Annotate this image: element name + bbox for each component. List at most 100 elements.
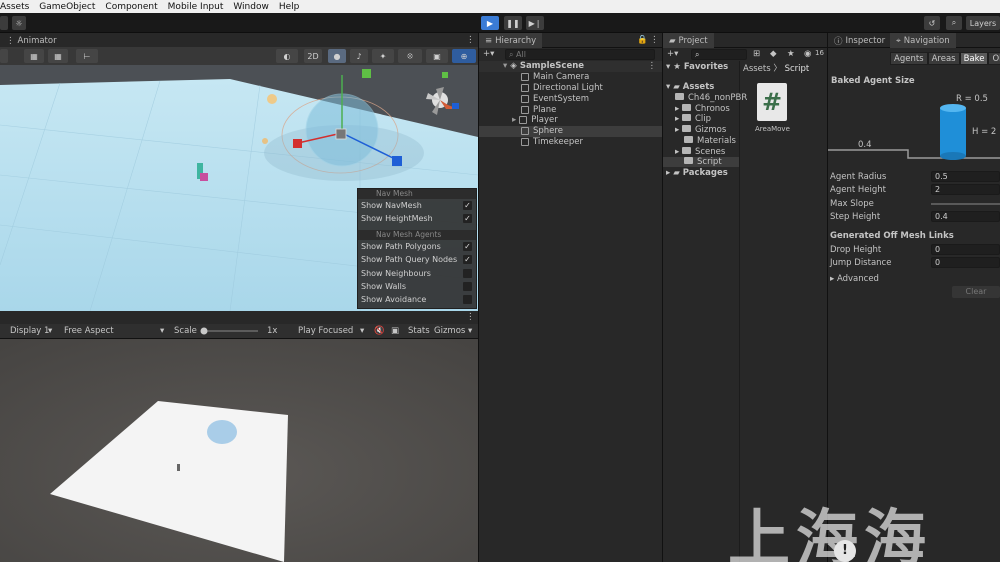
favorites-row[interactable]: ▾ ★ Favorites bbox=[666, 62, 728, 72]
display-dropdown[interactable]: Display 1 bbox=[10, 326, 49, 336]
aspect-dropdown[interactable]: Free Aspect bbox=[64, 326, 114, 336]
tool-button[interactable] bbox=[0, 16, 8, 30]
add-button[interactable]: +▾ bbox=[483, 49, 494, 59]
project-folder[interactable]: ▸ Clip bbox=[675, 114, 711, 124]
chevron-right-icon[interactable]: ▸ bbox=[512, 115, 516, 125]
project-folder[interactable]: ▸ Chronos bbox=[675, 103, 730, 114]
game-view[interactable] bbox=[0, 339, 478, 562]
cloud-icon[interactable]: ☼ bbox=[12, 16, 26, 30]
tool-button[interactable] bbox=[0, 49, 8, 63]
grid-icon[interactable]: ▦ bbox=[24, 49, 44, 63]
mute-icon[interactable]: 🔇 bbox=[374, 326, 385, 336]
assets-row[interactable]: ▾ ▰ Assets bbox=[666, 82, 714, 92]
project-folder[interactable]: ▸ Scenes bbox=[675, 146, 725, 157]
subtab-areas[interactable]: Areas bbox=[927, 52, 960, 65]
play-button[interactable]: ▶ bbox=[481, 16, 499, 30]
camera-icon[interactable]: ▣ bbox=[426, 49, 448, 63]
menu-window[interactable]: Window bbox=[233, 2, 269, 12]
gizmos-icon[interactable]: ⊕ bbox=[452, 49, 476, 63]
menu-component[interactable]: Component bbox=[105, 2, 157, 12]
menu-assets[interactable]: Assets bbox=[0, 2, 29, 12]
tab-inspector[interactable]: ⓘ Inspector bbox=[828, 33, 891, 48]
show-avoidance-toggle[interactable]: Show Avoidance bbox=[358, 293, 476, 306]
expand-icon[interactable]: ▾ bbox=[503, 61, 507, 71]
drop-height-field[interactable]: 0 bbox=[931, 244, 1000, 255]
hierarchy-item[interactable]: EventSystem bbox=[479, 93, 662, 104]
tab-hierarchy[interactable]: ≡ Hierarchy bbox=[479, 33, 543, 48]
subtab-object[interactable]: Obj bbox=[988, 52, 1000, 65]
audio-icon[interactable]: ♪ bbox=[350, 49, 368, 63]
tab-animator[interactable]: ⋮ Animator bbox=[0, 33, 63, 48]
more-icon[interactable]: ⋮ bbox=[648, 61, 657, 71]
menu-gameobject[interactable]: GameObject bbox=[39, 2, 95, 12]
search-icon[interactable]: ⌕ bbox=[946, 16, 962, 30]
light-icon[interactable]: ● bbox=[328, 49, 346, 63]
hierarchy-search-input[interactable]: ⌕ All bbox=[505, 49, 655, 60]
hierarchy-item[interactable]: Plane bbox=[479, 104, 662, 115]
lock-icon[interactable]: 🔒 bbox=[637, 35, 648, 45]
breadcrumb-script[interactable]: Script bbox=[785, 64, 810, 74]
stats-button[interactable]: Stats bbox=[408, 326, 430, 336]
hierarchy-item-selected[interactable]: Sphere bbox=[479, 125, 662, 137]
show-navmesh-toggle[interactable]: Show NavMesh ✓ bbox=[358, 199, 476, 212]
project-search-input[interactable]: ⌕ bbox=[691, 49, 747, 60]
hierarchy-item[interactable]: ▸ Player bbox=[479, 115, 662, 126]
menu-mobile-input[interactable]: Mobile Input bbox=[168, 2, 224, 12]
effects-icon[interactable]: ✦ bbox=[372, 49, 394, 63]
script-file-label[interactable]: AreaMove bbox=[755, 125, 790, 133]
show-walls-toggle[interactable]: Show Walls bbox=[358, 280, 476, 293]
project-folder[interactable]: Ch46_nonPBR bbox=[675, 93, 747, 103]
hierarchy-item[interactable]: Timekeeper bbox=[479, 137, 662, 148]
jump-distance-field[interactable]: 0 bbox=[931, 257, 1000, 268]
checkbox[interactable] bbox=[463, 268, 472, 278]
stats-toggle-icon[interactable]: ▣ bbox=[391, 326, 399, 336]
packages-row[interactable]: ▸ ▰ Packages bbox=[666, 168, 728, 178]
menu-help[interactable]: Help bbox=[279, 2, 300, 12]
checkbox[interactable] bbox=[463, 295, 472, 305]
subtab-agents[interactable]: Agents bbox=[890, 52, 928, 65]
more-icon[interactable]: ⋮ bbox=[650, 35, 659, 45]
play-mode-dropdown[interactable]: Play Focused bbox=[298, 326, 353, 336]
max-slope-slider[interactable] bbox=[931, 203, 1000, 205]
show-path-polygons-toggle[interactable]: Show Path Polygons ✓ bbox=[358, 240, 476, 253]
checkmark-icon[interactable]: ✓ bbox=[463, 255, 472, 265]
advanced-foldout[interactable]: ▸ Advanced bbox=[830, 274, 879, 284]
show-neighbours-toggle[interactable]: Show Neighbours bbox=[358, 267, 476, 280]
history-icon[interactable]: ↺ bbox=[924, 16, 940, 30]
eye-icon[interactable]: ◉ bbox=[804, 49, 811, 59]
tab-navigation[interactable]: ⌖ Navigation bbox=[890, 33, 956, 48]
scale-slider[interactable] bbox=[200, 327, 260, 335]
agent-radius-field[interactable]: 0.5 bbox=[931, 171, 1000, 182]
breadcrumb-assets[interactable]: Assets bbox=[743, 64, 771, 74]
step-button[interactable]: ▶❘ bbox=[526, 16, 544, 30]
pause-button[interactable]: ❚❚ bbox=[504, 16, 522, 30]
project-folder[interactable]: ▸ Gizmos bbox=[675, 125, 726, 135]
label-icon[interactable]: ◆ bbox=[770, 49, 777, 59]
hierarchy-scene-row[interactable]: ▾ ◈ SampleScene ⋮ bbox=[479, 61, 662, 72]
checkmark-icon[interactable]: ✓ bbox=[463, 241, 472, 251]
mode-2d-button[interactable]: 2D bbox=[304, 49, 322, 63]
show-path-query-nodes-toggle[interactable]: Show Path Query Nodes ✓ bbox=[358, 253, 476, 266]
filter-type-icon[interactable]: ⊞ bbox=[753, 49, 760, 59]
shading-icon[interactable]: ◐ bbox=[276, 49, 298, 63]
hierarchy-item[interactable]: Main Camera bbox=[479, 72, 662, 83]
layers-dropdown[interactable]: Layers bbox=[966, 16, 1000, 30]
show-heightmesh-toggle[interactable]: Show HeightMesh ✓ bbox=[358, 212, 476, 225]
checkmark-icon[interactable]: ✓ bbox=[463, 201, 472, 210]
tab-project[interactable]: ▰ Project bbox=[663, 33, 714, 48]
step-height-field[interactable]: 0.4 bbox=[931, 211, 1000, 222]
checkmark-icon[interactable]: ✓ bbox=[463, 214, 472, 224]
hidden-icon[interactable]: ⦻ bbox=[398, 49, 422, 63]
project-folder-selected[interactable]: Script bbox=[663, 157, 739, 168]
star-icon[interactable]: ★ bbox=[787, 49, 795, 59]
hierarchy-item[interactable]: Directional Light bbox=[479, 83, 662, 94]
more-icon[interactable]: ⋮ bbox=[466, 312, 475, 322]
add-button[interactable]: +▾ bbox=[667, 49, 678, 59]
more-icon[interactable]: ⋮ bbox=[466, 35, 475, 45]
ruler-icon[interactable]: ⊢ bbox=[76, 49, 98, 63]
gizmos-button[interactable]: Gizmos bbox=[434, 326, 465, 336]
project-folder[interactable]: Materials bbox=[684, 135, 736, 146]
agent-height-field[interactable]: 2 bbox=[931, 184, 1000, 195]
subtab-bake[interactable]: Bake bbox=[959, 52, 989, 65]
snap-icon[interactable]: ▦ bbox=[48, 49, 68, 63]
